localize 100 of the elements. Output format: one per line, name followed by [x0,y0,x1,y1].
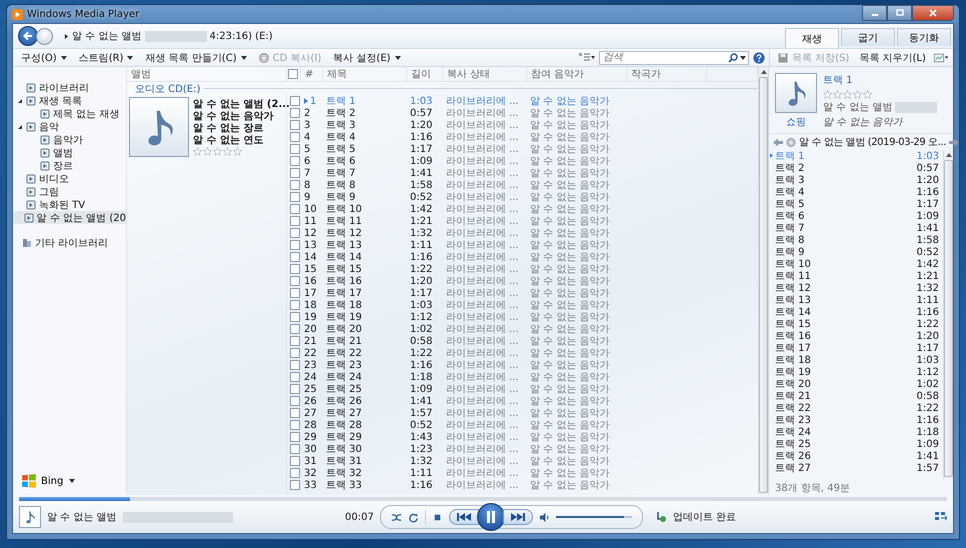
library-tree-item[interactable]: 알 수 없는 앨범 (20 [13,211,126,224]
help-icon[interactable] [753,52,765,64]
playlist-item[interactable]: 트랙 12 1:32 [769,282,943,294]
track-title[interactable]: 트랙 25 [323,383,407,395]
track-title[interactable]: 트랙 33 [323,479,407,491]
track-checkbox[interactable] [290,324,300,334]
library-tree-item[interactable]: 라이브러리 [13,81,126,94]
library-tree-item[interactable]: 제목 없는 재생 [13,107,126,120]
track-title[interactable]: 트랙 29 [323,431,407,443]
toolbar-menu[interactable]: 스트림(R) [74,50,138,64]
track-checkbox[interactable] [290,288,300,298]
track-title[interactable]: 트랙 4 [323,131,407,143]
shuffle-icon[interactable] [390,512,402,522]
track-checkbox[interactable] [290,396,300,406]
track-checkbox[interactable] [290,180,300,190]
track-checkbox[interactable] [290,348,300,358]
playlist-item[interactable]: 트랙 4 1:16 [769,186,943,198]
track-checkbox[interactable] [290,444,300,454]
track-title[interactable]: 트랙 26 [323,395,407,407]
playlist-item[interactable]: 트랙 24 1:18 [769,426,943,438]
track-checkbox[interactable] [290,276,300,286]
library-tree-item[interactable]: 녹화된 TV [13,198,126,211]
playlist-item[interactable]: 트랙 26 1:41 [769,450,943,462]
library-tree-item[interactable]: 재생 목록 [13,94,126,107]
track-checkbox[interactable] [290,96,300,106]
track-title[interactable]: 트랙 16 [323,275,407,287]
track-checkbox[interactable] [290,468,300,478]
toolbar-menu[interactable]: 복사 설정(E) [329,50,405,64]
toolbar-menu[interactable]: 재생 목록 만들기(C) [141,50,251,64]
playlist-item[interactable]: 트랙 25 1:09 [769,438,943,450]
panel-tab[interactable]: 재생 [785,28,839,48]
playlist-item[interactable]: 트랙 6 1:09 [769,210,943,222]
track-checkbox[interactable] [290,384,300,394]
playlist-item[interactable]: 트랙 16 1:20 [769,330,943,342]
collapse-triangle-icon[interactable] [17,98,23,104]
collapse-triangle-icon[interactable] [17,124,23,130]
album-thumbnail[interactable] [19,506,41,528]
panel-tab[interactable]: 동기화 [897,28,951,46]
scroll-up-icon[interactable] [946,153,952,157]
playlist-item[interactable]: 트랙 22 1:22 [769,402,943,414]
track-title[interactable]: 트랙 6 [323,155,407,167]
track-title[interactable]: 트랙 10 [323,203,407,215]
library-tree-item[interactable]: 음악가 [13,133,126,146]
search-field[interactable]: 검색 [599,50,749,64]
track-checkbox[interactable] [290,216,300,226]
track-title[interactable]: 트랙 5 [323,143,407,155]
track-title[interactable]: 트랙 21 [323,335,407,347]
scroll-up-icon[interactable] [760,70,766,74]
track-title[interactable]: 트랙 27 [323,407,407,419]
track-checkbox[interactable] [290,420,300,430]
minimize-button[interactable] [862,5,887,21]
track-checkbox[interactable] [290,264,300,274]
select-all-checkbox[interactable] [288,69,298,79]
back-button[interactable] [18,26,38,46]
caret-icon[interactable] [740,56,746,60]
track-checkbox[interactable] [290,192,300,202]
next-button[interactable] [502,509,533,525]
playlist-item[interactable]: 트랙 7 1:41 [769,222,943,234]
previous-list-arrow-icon[interactable] [773,138,783,146]
playlist-item[interactable]: 트랙 13 1:11 [769,294,943,306]
track-checkbox[interactable] [290,360,300,370]
switch-view-icon[interactable] [935,512,947,522]
library-tree-item[interactable]: 비디오 [13,172,126,185]
track-checkbox[interactable] [290,240,300,250]
track-title[interactable]: 트랙 8 [323,179,407,191]
library-tree-item[interactable]: 음악 [13,120,126,133]
playlist-item[interactable]: 트랙 10 1:42 [769,258,943,270]
track-title[interactable]: 트랙 17 [323,287,407,299]
view-options-icon[interactable] [579,52,595,62]
track-checkbox[interactable] [290,108,300,118]
playlist-item[interactable]: 트랙 14 1:16 [769,306,943,318]
now-playing-title[interactable]: 트랙 1 [823,73,937,87]
track-checkbox[interactable] [290,228,300,238]
column-header[interactable]: 복사 상태 [443,67,527,81]
list-action-button[interactable]: 목록 지우기(L) [855,50,930,64]
column-header[interactable]: 작곡가 [627,67,707,81]
track-title[interactable]: 트랙 22 [323,347,407,359]
track-title[interactable]: 트랙 23 [323,359,407,371]
toolbar-menu[interactable]: 구성(O) [17,50,71,64]
column-header[interactable]: 앨범 [127,67,287,81]
track-checkbox[interactable] [290,480,300,490]
column-header[interactable]: 길이 [407,67,443,81]
maximize-button[interactable] [887,5,912,21]
track-checkbox[interactable] [290,204,300,214]
panel-tab[interactable]: 굽기 [841,28,895,46]
shopping-link[interactable]: 쇼핑 [786,115,806,129]
playlist-item[interactable]: 트랙 5 1:17 [769,198,943,210]
playlist-item[interactable]: 트랙 27 1:57 [769,462,943,474]
track-title[interactable]: 트랙 30 [323,443,407,455]
track-checkbox[interactable] [290,156,300,166]
playlist-item[interactable]: 트랙 15 1:22 [769,318,943,330]
playlist-item[interactable]: 트랙 17 1:17 [769,342,943,354]
track-title[interactable]: 트랙 13 [323,239,407,251]
repeat-icon[interactable] [408,512,419,522]
track-title[interactable]: 트랙 32 [323,467,407,479]
track-checkbox[interactable] [290,132,300,142]
track-title[interactable]: 트랙 31 [323,455,407,467]
list-options-icon[interactable] [934,52,949,62]
playlist-item[interactable]: 트랙 1 1:03 [769,150,943,162]
library-tree-item[interactable]: 기타 라이브러리 [13,236,126,249]
